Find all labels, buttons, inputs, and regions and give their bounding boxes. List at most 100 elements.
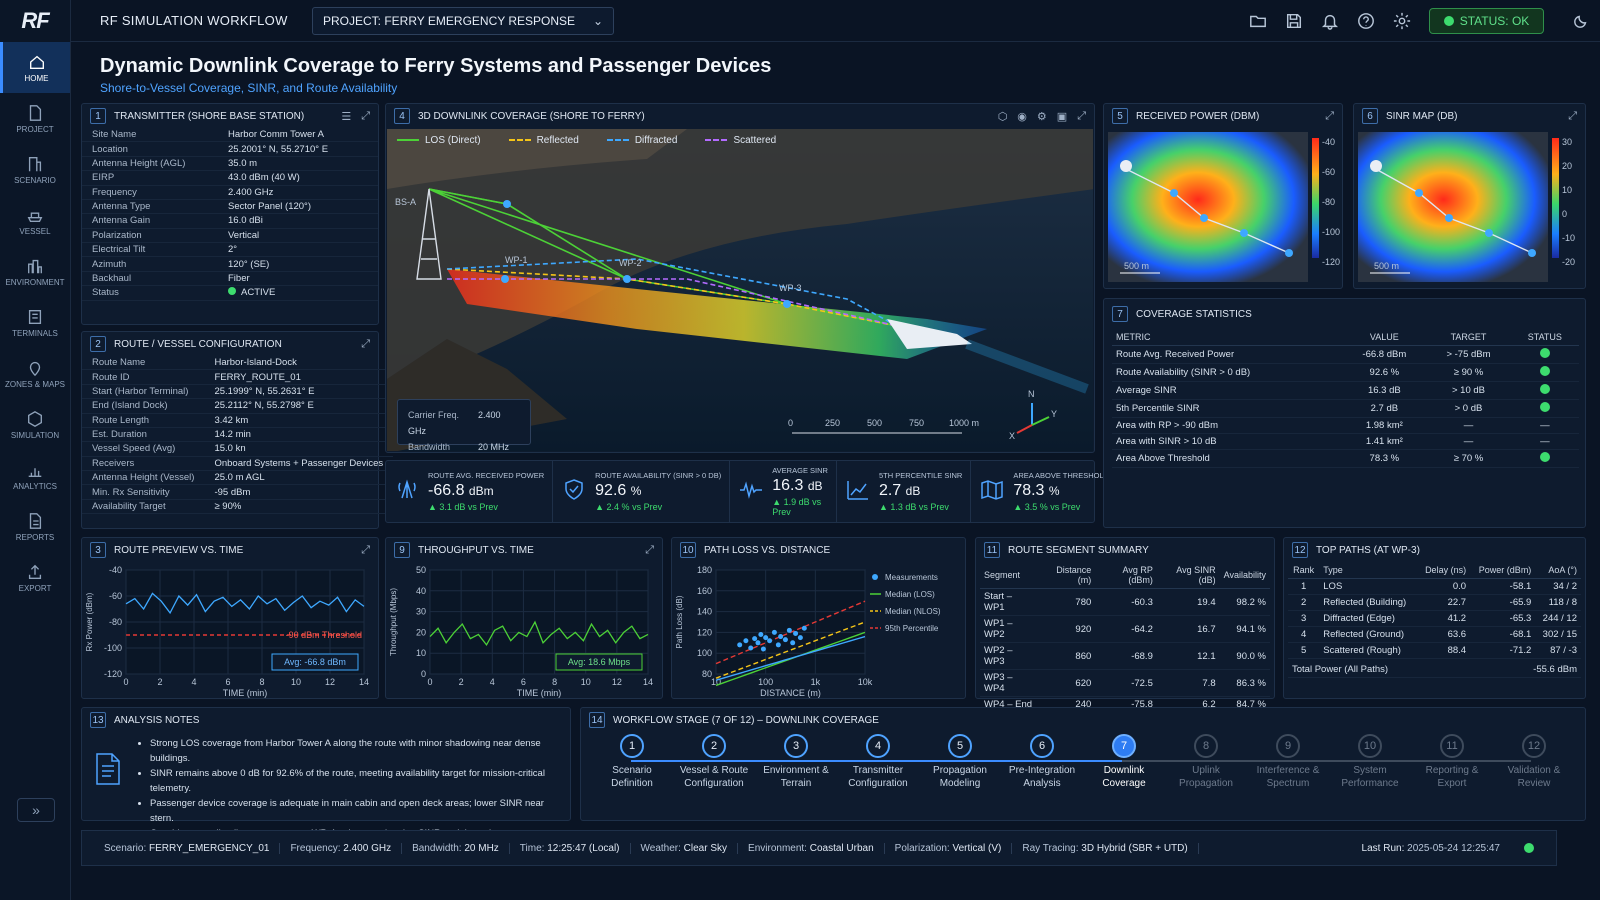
waypoint-marker[interactable] [783,300,791,308]
gear-icon[interactable] [1393,12,1411,30]
status-dot-icon [1443,15,1454,26]
help-icon[interactable] [1357,12,1375,30]
expand-icon[interactable]: ⤢ [1568,110,1577,123]
waypoint-marker[interactable] [501,275,509,283]
screenshot-icon[interactable]: ▣ [1057,110,1067,123]
table-row: Location 25.2001° N, 55.2710° E [82,141,378,157]
received-power-map[interactable]: 500 m -40 -60 -80 -100 -120 [1104,128,1342,288]
workflow-step[interactable]: 7 Downlink Coverage [1084,734,1164,790]
waypoint-marker[interactable] [1415,189,1423,197]
field-value: 16.0 dBi [218,213,378,229]
workflow-step[interactable]: 11 Reporting & Export [1412,734,1492,790]
waypoint-marker[interactable] [1200,214,1208,222]
waypoint-marker[interactable] [1445,214,1453,222]
step-label: Pre-Integration Analysis [1008,765,1076,789]
field-value: 15.0 kn [204,441,394,457]
workflow-step[interactable]: 3 Environment & Terrain [756,734,836,790]
route-preview-chart[interactable]: -40 -60 -80 -100 -1200 2 4 6 8 10 12 14 TIME (min) Rx… [82,562,378,698]
status-badge[interactable]: STATUS: OK [1429,7,1544,34]
table-cell: 1.98 km² [1342,417,1427,434]
sidebar-item-vessel[interactable]: VESSEL [0,195,70,246]
theme-toggle-icon[interactable] [1572,12,1590,30]
expand-icon[interactable]: ⤢ [361,544,370,557]
panel-title: 3D DOWNLINK COVERAGE (SHORE TO FERRY) [418,110,645,122]
waypoint-marker[interactable] [1285,249,1293,257]
expand-icon[interactable]: ⤢ [645,544,654,557]
workflow-step[interactable]: 5 Propagation Modeling [920,734,1000,790]
camera-icon[interactable]: ◉ [1017,110,1027,123]
table-cell: -64.2 [1095,615,1157,643]
workflow-step[interactable]: 12 Validation & Review [1494,734,1574,790]
sidebar-item-project[interactable]: PROJECT [0,93,70,144]
throughput-chart[interactable]: 50 40 30 20 10 00 2 4 6 8 10 12 14 TIME (min) Throughp… [386,562,662,698]
table-cell: Start – WP1 [980,588,1039,616]
line-chart-icon [847,481,868,500]
table-cell [1510,345,1579,364]
workflow-step[interactable]: 2 Vessel & Route Configuration [674,734,754,790]
transmitter-table: Site Name Harbor Comm Tower A Location 25.2… [82,128,378,301]
bell-icon[interactable] [1321,12,1339,30]
list-icon[interactable]: ☰ [341,110,351,123]
coverage-3d-view[interactable]: BS-A WP-1 WP-2 WP-3 0 250 500 750 1000 m… [387,129,1093,451]
workflow-step[interactable]: 8 Uplink Propagation [1166,734,1246,790]
x-tick-label: 2 [157,677,162,687]
folder-icon[interactable] [1249,12,1267,30]
table-cell: 87 / -3 [1535,642,1581,659]
workflow-step[interactable]: 10 System Performance [1330,734,1410,790]
sidebar-item-export[interactable]: EXPORT [0,552,70,603]
sidebar-item-zones-maps[interactable]: ZONES & MAPS [0,348,70,399]
table-header: METRIC VALUE TARGET STATUS [1112,329,1579,346]
gear-icon[interactable]: ⚙ [1037,110,1047,123]
table-row: Start – WP1 780 -60.3 19.4 98.2 % [980,588,1270,616]
waypoint-marker[interactable] [1240,229,1248,237]
sidebar-item-environment[interactable]: ENVIRONMENT [0,246,70,297]
column-header: Avg RP (dBm) [1095,562,1157,589]
table-cell: 920 [1038,615,1096,643]
workflow-step[interactable]: 4 Transmitter Configuration [838,734,918,790]
waypoint-marker[interactable] [1170,189,1178,197]
home-icon [29,55,44,69]
wp1-label: WP-1 [505,255,528,265]
kpi-title: AVERAGE SINR [772,466,828,475]
sidebar-item-simulation[interactable]: SIMULATION [0,399,70,450]
analysis-notes-list: Strong LOS coverage from Harbor Tower A … [140,736,562,841]
sidebar-item-label: ENVIRONMENT [5,277,65,287]
panel-title: TOP PATHS (AT WP-3) [1316,544,1420,556]
workflow-step[interactable]: 9 Interference & Spectrum [1248,734,1328,790]
expand-icon[interactable]: ⤢ [361,110,370,123]
data-point [801,625,807,631]
sidebar-item-reports[interactable]: REPORTS [0,501,70,552]
field-value: Onboard Systems + Passenger Devices [204,456,394,472]
cube-icon[interactable]: ⬡ [998,110,1008,123]
workflow-step[interactable]: 1 Scenario Definition [592,734,672,790]
kpi-title: ROUTE AVAILABILITY (SINR > 0 dB) [595,471,722,480]
workflow-step[interactable]: 6 Pre-Integration Analysis [1002,734,1082,790]
expand-icon[interactable]: ⤢ [1077,110,1086,123]
waypoint-marker[interactable] [623,275,631,283]
compass-n-label: N [1028,389,1035,399]
sidebar-item-scenario[interactable]: SCENARIO [0,144,70,195]
table-cell [1510,399,1579,418]
x-axis-label: TIME (min) [517,688,562,698]
waypoint-marker[interactable] [1528,249,1536,257]
x-tick-label: 8 [552,677,557,687]
save-icon[interactable] [1285,12,1303,30]
expand-icon[interactable]: ⤢ [1325,110,1334,123]
project-selector[interactable]: PROJECT: FERRY EMERGENCY RESPONSE ⌄ [312,6,614,35]
sidebar-item-terminals[interactable]: TERMINALS [0,297,70,348]
path-loss-chart[interactable]: 1801601401201008010 100 1k 10kDISTANCE (m)P… [672,562,965,698]
table-row: Polarization Vertical [82,228,378,244]
expand-icon[interactable]: ⤢ [361,338,370,351]
waypoint-marker[interactable] [503,200,511,208]
column-header: Type [1319,562,1418,579]
field-value: 14.2 min [204,427,394,443]
sidebar-item-analytics[interactable]: ANALYTICS [0,450,70,501]
sidebar-item-home[interactable]: HOME [0,42,70,93]
waypoint-marker[interactable] [1485,229,1493,237]
collapse-sidebar-button[interactable]: » [17,798,55,822]
table-cell: Reflected (Ground) [1319,626,1418,643]
sinr-map[interactable]: 500 m 30 20 10 0 -10 -20 [1354,128,1585,288]
note-item: Strong LOS coverage from Harbor Tower A … [150,736,562,766]
kpi-title: 5th PERCENTILE SINR [878,471,963,480]
last-run-label: Last Run: [1361,842,1405,854]
